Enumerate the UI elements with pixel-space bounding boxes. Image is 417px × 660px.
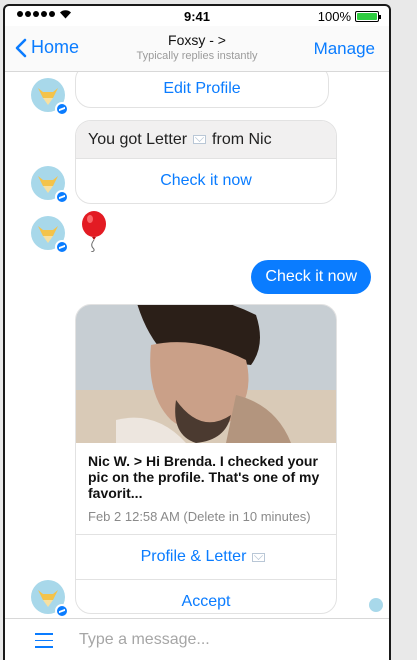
phone-frame: 9:41 100% Home Foxsy - > Typically repli… xyxy=(3,4,391,660)
nav-bar: Home Foxsy - > Typically replies instant… xyxy=(5,26,389,72)
profile-letter-label: Profile & Letter xyxy=(140,548,247,565)
battery-group: 100% xyxy=(317,9,381,24)
message-input[interactable] xyxy=(79,627,369,653)
accept-button[interactable]: Accept xyxy=(76,579,336,613)
menu-icon[interactable] xyxy=(35,633,53,653)
edit-profile-button[interactable]: Edit Profile xyxy=(76,72,328,107)
profile-letter-button[interactable]: Profile & Letter xyxy=(76,535,336,579)
battery-percent: 100% xyxy=(317,9,351,24)
avatar[interactable] xyxy=(31,78,69,116)
messenger-badge-icon xyxy=(55,604,69,618)
edit-profile-card: Edit Profile xyxy=(75,72,329,108)
messenger-badge-icon xyxy=(55,102,69,116)
letter-timestamp: Feb 2 12:58 AM (Delete in 10 minutes) xyxy=(88,509,311,524)
messenger-badge-icon xyxy=(55,190,69,204)
letter-text-after: from Nic xyxy=(212,130,272,148)
letter-card: You got Letter from Nic Check it now xyxy=(75,120,337,204)
avatar[interactable] xyxy=(31,216,69,254)
avatar[interactable] xyxy=(31,166,69,204)
letter-preview-title: Nic W. > Hi Brenda. I checked your pic o… xyxy=(88,453,320,501)
letter-text-before: You got Letter xyxy=(88,130,188,148)
outgoing-message[interactable]: Check it now xyxy=(251,260,371,294)
balloon-icon xyxy=(82,211,106,252)
check-it-now-button[interactable]: Check it now xyxy=(76,159,336,203)
profile-photo[interactable] xyxy=(76,305,336,443)
manage-button[interactable]: Manage xyxy=(314,39,375,59)
avatar[interactable] xyxy=(31,580,69,618)
letter-info: Nic W. > Hi Brenda. I checked your pic o… xyxy=(76,443,336,535)
message-composer xyxy=(5,618,389,660)
status-bar: 9:41 100% xyxy=(5,6,389,26)
battery-icon xyxy=(355,11,381,22)
read-receipt-icon xyxy=(369,598,383,612)
battery-fill xyxy=(357,13,377,20)
conversation[interactable]: Edit Profile You got Letter from Nic Che… xyxy=(5,72,389,620)
letter-detail-card: Nic W. > Hi Brenda. I checked your pic o… xyxy=(75,304,337,614)
letter-message: You got Letter from Nic xyxy=(76,121,336,159)
messenger-badge-icon xyxy=(55,240,69,254)
mail-icon xyxy=(252,552,266,562)
mail-icon xyxy=(193,135,207,144)
